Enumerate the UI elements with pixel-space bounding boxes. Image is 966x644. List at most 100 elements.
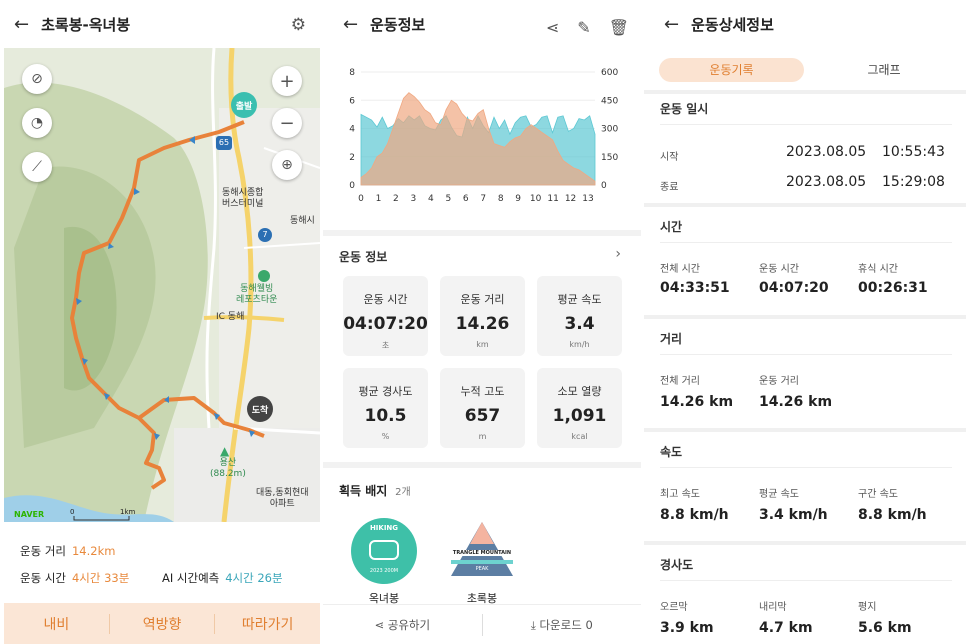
mountain-badge-sub: PEAK <box>475 566 489 572</box>
flat-value: 5.6 km <box>858 620 912 636</box>
stat-card-label: 소모 열량 <box>557 385 602 398</box>
badges-title: 획득 배지 <box>339 484 388 498</box>
time-section-title: 시간 <box>660 220 683 234</box>
stat-card-unit: 초 <box>381 341 390 350</box>
end-pin[interactable]: 도착 <box>247 396 273 422</box>
uphill-value: 3.9 km <box>660 620 714 636</box>
mountain-badge-text: TRANGLE MOUNTAIN <box>447 550 517 556</box>
hiking-shoe-icon <box>369 540 399 560</box>
ai-value: 4시간 26분 <box>225 571 283 585</box>
elevation-speed-chart: 0 02 1504 3006 4508 6000 1 2 3 4 5 6 7 8 9 10 11 12 13 <box>349 68 618 204</box>
detail-header: ← 운동상세정보 <box>644 0 966 48</box>
back-arrow-icon[interactable]: ← <box>664 14 679 35</box>
chevron-right-icon[interactable]: › <box>615 246 621 262</box>
download-button[interactable]: ⤓ 다운로드 0 <box>483 617 642 633</box>
city-label: 동해시 <box>290 216 315 226</box>
datetime-section-title: 운동 일시 <box>660 102 709 116</box>
scale-zero: 0 <box>70 508 75 516</box>
downhill-label: 내리막 <box>759 602 787 613</box>
rest-time-label: 휴식 시간 <box>858 264 898 275</box>
section-divider <box>323 230 641 236</box>
stat-card: 평균 경사도 10.5% <box>343 368 428 448</box>
x-tick: 4 <box>428 194 434 204</box>
back-arrow-icon[interactable]: ← <box>343 14 358 35</box>
hiking-badge[interactable]: HIKING 2023 200M <box>351 518 417 584</box>
section-divider <box>644 90 966 94</box>
locate-crosshair-icon[interactable]: ⊕ <box>272 150 302 180</box>
total-distance-label: 전체 거리 <box>660 376 700 387</box>
end-date: 2023.08.05 <box>786 174 867 190</box>
y-left-tick: 0 <box>349 181 355 191</box>
x-tick: 3 <box>411 194 417 204</box>
mountain-badge[interactable]: TRANGLE MOUNTAIN PEAK <box>447 520 517 582</box>
stat-card-value: 3.4 <box>564 314 595 334</box>
stat-card-value: 1,091 <box>552 406 607 426</box>
stat-card-label: 평균 경사도 <box>358 385 413 398</box>
route-title: 초록봉-옥녀봉 <box>41 15 131 34</box>
uphill-label: 오르막 <box>660 602 688 613</box>
tab-record[interactable]: 운동기록 <box>659 58 804 82</box>
downhill-value: 4.7 km <box>759 620 813 636</box>
divider <box>660 354 952 355</box>
share-button[interactable]: ⋖ 공유하기 <box>323 617 482 633</box>
x-tick: 9 <box>515 194 521 204</box>
scale-km: 1km <box>120 508 136 516</box>
map-view[interactable]: ⊘ ◔ ⟋ + − ⊕ 출발 도착 65 7 동해시종합 버스터미널 동해시 동… <box>4 48 320 522</box>
detail-panel: ← 운동상세정보 운동기록 그래프 운동 일시 시작 2023.08.05 10… <box>644 0 966 644</box>
stat-card-value: 04:07:20 <box>343 314 428 334</box>
start-date: 2023.08.05 <box>786 144 867 160</box>
stat-card-value: 657 <box>464 406 501 426</box>
exercise-time-value: 04:07:20 <box>759 280 829 296</box>
stat-card-unit: km <box>476 340 489 349</box>
follow-button[interactable]: 따라가기 <box>215 614 320 634</box>
share-icon: ⋖ <box>374 617 388 632</box>
x-tick: 8 <box>498 194 504 204</box>
section-speed-label: 구간 속도 <box>858 489 898 500</box>
stat-card: 소모 열량 1,091 kcal <box>537 368 622 448</box>
back-arrow-icon[interactable]: ← <box>14 14 29 35</box>
y-right-tick: 450 <box>601 96 618 106</box>
info-section-title: 운동 정보 <box>339 250 388 264</box>
time-value: 4시간 33분 <box>71 571 130 585</box>
route-header: ← 초록봉-옥녀봉 ⚙ <box>0 0 320 48</box>
stat-card-label: 운동 거리 <box>460 293 505 306</box>
y-right-tick: 300 <box>601 125 618 135</box>
ai-stat: AI 시간예측 4시간 26분 <box>162 570 283 586</box>
edit-pencil-icon[interactable]: ✎ <box>577 18 590 37</box>
start-pin[interactable]: 출발 <box>231 92 257 118</box>
naver-logo: NAVER <box>14 510 45 519</box>
slope-section-title: 경사도 <box>660 558 694 572</box>
y-left-tick: 6 <box>349 96 355 106</box>
share-icon[interactable]: ⋖ <box>546 18 559 37</box>
divider <box>660 467 952 468</box>
zoom-out-icon[interactable]: − <box>272 108 302 138</box>
stat-card-label: 운동 시간 <box>363 293 408 306</box>
start-time: 10:55:43 <box>882 144 945 160</box>
section-divider <box>644 541 966 545</box>
trash-icon[interactable]: 🗑 <box>609 18 629 37</box>
y-right-tick: 600 <box>601 68 618 78</box>
x-tick: 11 <box>547 194 558 204</box>
divider <box>660 580 952 581</box>
stat-card-label: 누적 고도 <box>460 385 505 398</box>
time-stat: 운동 시간 4시간 33분 <box>20 570 129 586</box>
exercise-distance-label: 운동 거리 <box>759 376 799 387</box>
stat-card-value: 14.26 <box>455 314 510 334</box>
section-speed-value: 8.8 km/h <box>858 507 927 523</box>
compass-off-icon[interactable]: ⊘ <box>22 64 52 94</box>
x-tick: 6 <box>463 194 469 204</box>
settings-gear-icon[interactable]: ⚙ <box>291 15 306 35</box>
slope-icon[interactable]: ⟋ <box>22 152 52 182</box>
badges-count: 2개 <box>395 487 411 498</box>
avg-speed-value: 3.4 km/h <box>759 507 828 523</box>
info-header: ← 운동정보 ⋖ ✎ 🗑 <box>323 0 641 48</box>
navi-button[interactable]: 내비 <box>4 613 110 634</box>
speed-gauge-icon[interactable]: ◔ <box>22 108 52 138</box>
apartment-label: 대동,동회현대 아파트 <box>256 488 309 509</box>
tab-graph[interactable]: 그래프 <box>819 58 949 82</box>
reverse-button[interactable]: 역방향 <box>110 613 216 634</box>
route-panel: ← 초록봉-옥녀봉 ⚙ ⊘ ◔ ⟋ + − ⊕ 출발 도착 65 7 동해시종합… <box>0 0 320 644</box>
total-distance-value: 14.26 km <box>660 394 734 410</box>
zoom-in-icon[interactable]: + <box>272 66 302 96</box>
info-title: 운동정보 <box>370 15 426 34</box>
